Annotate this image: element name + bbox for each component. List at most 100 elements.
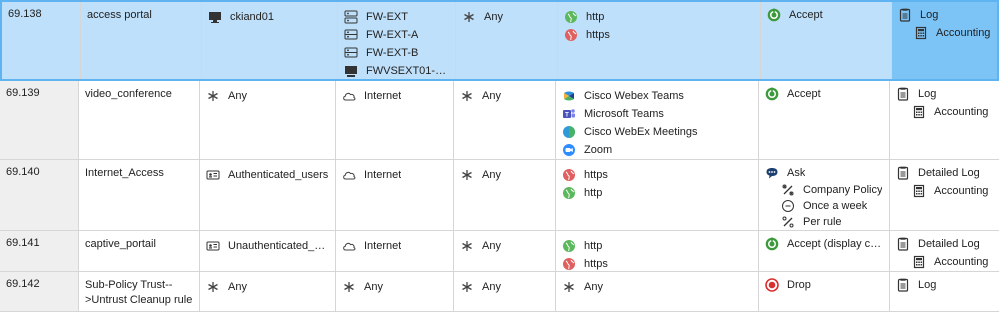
destination-object-label: Internet [364, 240, 402, 252]
rule-name[interactable]: Internet_Access [79, 160, 200, 230]
service-object[interactable]: https [562, 255, 752, 271]
vpn-cell[interactable]: Any [454, 81, 556, 159]
vpn-object[interactable]: Any [460, 237, 549, 255]
action-object[interactable]: Ask [765, 164, 883, 182]
source-cell[interactable]: ckiand01 [202, 2, 338, 79]
table-row[interactable]: 69.142 Sub-Policy Trust-->Untrust Cleanup… [0, 272, 999, 312]
track-object[interactable]: Accounting [896, 182, 993, 200]
accept-icon [765, 237, 779, 251]
service-object[interactable]: https [562, 166, 752, 184]
destination-cell[interactable]: Internet [336, 231, 454, 271]
source-cell[interactable]: Authenticated_users [200, 160, 336, 230]
services-cell[interactable]: http https [556, 231, 759, 271]
rule-name[interactable]: captive_portail [79, 231, 200, 271]
destination-object[interactable]: FW-EXT-A [344, 26, 449, 44]
services-cell[interactable]: https http [556, 160, 759, 230]
track-object[interactable]: Log [898, 6, 991, 24]
rule-number-text: 69.141 [6, 237, 40, 249]
action-cell[interactable]: Accept (display captiv [759, 231, 890, 271]
destination-object[interactable]: Any [342, 278, 447, 296]
service-object[interactable]: http [562, 237, 752, 255]
action-cell[interactable]: Ask Company Policy Once a week Per rule [759, 160, 890, 230]
track-cell[interactable]: Log [890, 272, 999, 311]
source-cell[interactable]: Unauthenticated_us… [200, 231, 336, 271]
source-object[interactable]: Authenticated_users [206, 166, 329, 184]
track-object[interactable]: Accounting [896, 253, 993, 271]
track-object[interactable]: Accounting [898, 24, 991, 42]
table-row[interactable]: 69.139 video_conference Any Internet Any Cisc… [0, 81, 999, 160]
destination-object[interactable]: FW-EXT-B [344, 44, 449, 62]
accounting-icon [912, 184, 926, 198]
destination-cell[interactable]: Any [336, 272, 454, 311]
service-object[interactable]: https [564, 26, 754, 44]
destination-cell[interactable]: Internet [336, 81, 454, 159]
destination-object[interactable]: Internet [342, 237, 447, 255]
vpn-cell[interactable]: Any [454, 231, 556, 271]
track-object[interactable]: Detailed Log [896, 235, 993, 253]
vpn-object[interactable]: Any [460, 166, 549, 184]
service-object[interactable]: Any [562, 278, 752, 296]
service-object[interactable]: Cisco Webex Teams [562, 87, 752, 105]
source-object[interactable]: ckiand01 [208, 8, 331, 26]
action-object[interactable]: Accept [765, 85, 883, 103]
service-object[interactable]: Cisco WebEx Meetings [562, 123, 752, 141]
track-object-label: Detailed Log [918, 167, 980, 179]
rule-name[interactable]: video_conference [79, 81, 200, 159]
track-cell[interactable]: Log Accounting [892, 2, 997, 79]
source-object[interactable]: Any [206, 87, 329, 105]
rule-name[interactable]: Sub-Policy Trust-->Untrust Cleanup rule [79, 272, 200, 311]
service-object[interactable]: http [562, 184, 752, 202]
rule-name[interactable]: access portal [81, 2, 202, 79]
track-cell[interactable]: Detailed Log Accounting [890, 160, 999, 230]
gateway-icon [344, 28, 358, 42]
source-object[interactable]: Unauthenticated_us… [206, 237, 329, 255]
service-object-label: Cisco WebEx Meetings [584, 126, 698, 138]
vpn-cell[interactable]: Any [456, 2, 558, 79]
action-detail[interactable]: Once a week [765, 198, 883, 214]
track-object-label: Log [920, 9, 939, 21]
destination-object[interactable]: FW-EXT [344, 8, 449, 26]
destination-cell[interactable]: FW-EXT FW-EXT-A FW-EXT-B FWVSEXT01-bon… [338, 2, 456, 79]
vpn-cell[interactable]: Any [454, 160, 556, 230]
table-row[interactable]: 69.140 Internet_Access Authenticated_users… [0, 160, 999, 231]
track-object[interactable]: Log [896, 85, 993, 103]
action-cell[interactable]: Drop [759, 272, 890, 311]
action-object[interactable]: Drop [765, 276, 883, 294]
track-cell[interactable]: Log Accounting [890, 81, 999, 159]
source-cell[interactable]: Any [200, 272, 336, 311]
any-icon [460, 89, 474, 103]
table-row[interactable]: 69.138 access portal ckiand01 FW-EXT FW-EXT-… [0, 0, 999, 81]
track-object[interactable]: Log [896, 276, 993, 294]
destination-object[interactable]: FWVSEXT01-bon… [344, 62, 449, 79]
action-object[interactable]: Accept [767, 6, 885, 24]
rule-number-text: 69.138 [8, 8, 42, 20]
services-cell[interactable]: Any [556, 272, 759, 311]
action-detail[interactable]: Per rule [765, 214, 883, 230]
vpn-object[interactable]: Any [462, 8, 551, 26]
table-row[interactable]: 69.141 captive_portail Unauthenticated_us…… [0, 231, 999, 272]
source-object[interactable]: Any [206, 278, 329, 296]
vpn-object[interactable]: Any [460, 87, 549, 105]
rule-number: 69.141 [0, 231, 79, 271]
source-cell[interactable]: Any [200, 81, 336, 159]
action-cell[interactable]: Accept [759, 81, 890, 159]
track-object[interactable]: Accounting [896, 103, 993, 121]
accounting-icon [912, 105, 926, 119]
track-cell[interactable]: Detailed Log Accounting [890, 231, 999, 271]
services-cell[interactable]: http https [558, 2, 761, 79]
action-cell[interactable]: Accept [761, 2, 892, 79]
accept-icon [765, 87, 779, 101]
track-object[interactable]: Detailed Log [896, 164, 993, 182]
destination-object[interactable]: Internet [342, 87, 447, 105]
vpn-object[interactable]: Any [460, 278, 549, 296]
destination-object-label: FW-EXT [366, 11, 408, 23]
service-object[interactable]: T Microsoft Teams [562, 105, 752, 123]
destination-cell[interactable]: Internet [336, 160, 454, 230]
vpn-cell[interactable]: Any [454, 272, 556, 311]
service-object[interactable]: http [564, 8, 754, 26]
service-object[interactable]: Zoom [562, 141, 752, 159]
action-object[interactable]: Accept (display captiv [765, 235, 883, 253]
destination-object[interactable]: Internet [342, 166, 447, 184]
action-detail[interactable]: Company Policy [765, 182, 883, 198]
services-cell[interactable]: Cisco Webex Teams T Microsoft Teams Cisco W… [556, 81, 759, 159]
